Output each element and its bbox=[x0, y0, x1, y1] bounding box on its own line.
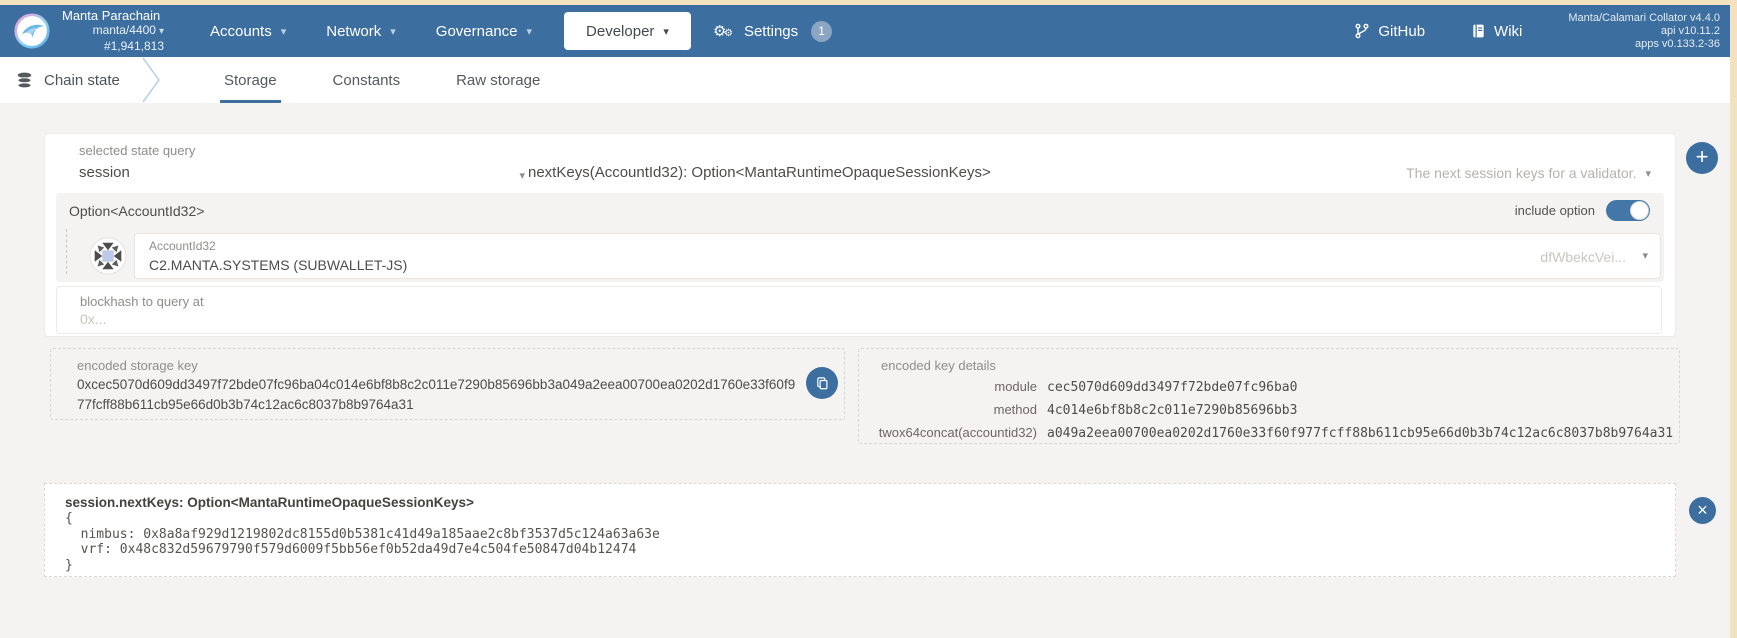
chevron-down-icon bbox=[159, 26, 164, 37]
book-icon bbox=[1473, 24, 1484, 38]
pallet-selected-value: session bbox=[79, 164, 130, 181]
settings-badge: 1 bbox=[811, 20, 833, 42]
nav-item-developer[interactable]: Developer bbox=[564, 12, 691, 50]
blockhash-label: blockhash to query at bbox=[80, 294, 204, 309]
main-content: selected state query session nextKeys(Ac… bbox=[0, 103, 1730, 638]
key-detail-name: twox64concat(accountid32) bbox=[878, 425, 1037, 440]
tab-constants[interactable]: Constants bbox=[305, 57, 429, 103]
version-info: Manta/Calamari Collator v4.4.0 api v10.1… bbox=[1568, 12, 1720, 51]
tab-storage[interactable]: Storage bbox=[196, 57, 305, 103]
account-identicon bbox=[89, 237, 127, 275]
endpoint-selector[interactable]: manta/4400 bbox=[62, 23, 164, 39]
nav-item-governance[interactable]: Governance bbox=[416, 5, 552, 57]
close-result-button[interactable] bbox=[1689, 497, 1716, 524]
top-edge-strip bbox=[0, 0, 1737, 5]
account-address-short: dfWbekcVei... bbox=[1540, 249, 1626, 265]
apps-version: apps v0.133.2-36 bbox=[1634, 37, 1720, 50]
settings-label: Settings bbox=[743, 22, 799, 40]
param-type-label: AccountId32 bbox=[149, 239, 216, 253]
api-version: api v10.11.2 bbox=[1660, 24, 1720, 37]
account-select[interactable]: AccountId32 C2.MANTA.SYSTEMS (SUBWALLET-… bbox=[134, 233, 1661, 279]
encoded-storage-key-panel: encoded storage key 0xcec5070d609dd3497f… bbox=[50, 348, 845, 420]
main-nav: Accounts Network Governance Developer bbox=[190, 5, 703, 57]
chevron-down-icon bbox=[519, 169, 525, 182]
include-option-toggle[interactable] bbox=[1606, 200, 1650, 221]
result-line: vrf: 0x48c832d59679790f579d6009f5bb56ef0… bbox=[65, 542, 637, 557]
blockhash-input[interactable] bbox=[80, 311, 1641, 327]
encoded-key-details-label: encoded key details bbox=[881, 358, 996, 373]
method-select[interactable]: nextKeys(AccountId32): Option<MantaRunti… bbox=[528, 164, 991, 181]
encoded-key-details-panel: encoded key details module cec5070d609dd… bbox=[858, 348, 1680, 444]
chevron-down-icon bbox=[527, 25, 533, 38]
database-icon bbox=[17, 72, 32, 88]
key-detail-name: module bbox=[994, 379, 1037, 394]
wiki-link[interactable]: Wiki bbox=[1471, 23, 1522, 40]
key-details-rows: module cec5070d609dd3497f72bde07fc96ba0 … bbox=[859, 379, 1673, 448]
chain-name: Manta Parachain bbox=[62, 8, 161, 23]
settings-gears-icon bbox=[713, 21, 735, 41]
option-type-label: Option<AccountId32> bbox=[69, 202, 205, 219]
app-window: Manta Parachain manta/4400 #1,941,813 Ac… bbox=[0, 0, 1737, 638]
nav-item-accounts[interactable]: Accounts bbox=[190, 5, 306, 57]
key-detail-name: method bbox=[993, 402, 1037, 417]
chevron-down-icon bbox=[281, 25, 287, 38]
key-detail-row: method 4c014e6bf8b8c2c011e7290b85696bb3 bbox=[859, 402, 1667, 418]
add-query-button[interactable] bbox=[1686, 142, 1718, 174]
nav-item-network[interactable]: Network bbox=[306, 5, 416, 57]
git-branch-icon bbox=[1355, 23, 1369, 39]
top-nav-bar: Manta Parachain manta/4400 #1,941,813 Ac… bbox=[0, 5, 1730, 57]
settings-menu[interactable]: Settings 1 bbox=[713, 20, 833, 42]
encoded-storage-key-value: 0xcec5070d609dd3497f72bde07fc96ba04c014e… bbox=[77, 377, 796, 412]
query-result-panel: session.nextKeys: Option<MantaRuntimeOpa… bbox=[44, 483, 1676, 577]
chevron-down-icon bbox=[390, 25, 396, 38]
key-detail-row: twox64concat(accountid32) a049a2eea00700… bbox=[859, 425, 1673, 441]
copy-icon bbox=[816, 376, 828, 389]
key-detail-value: cec5070d609dd3497f72bde07fc96ba0 bbox=[1047, 380, 1298, 395]
breadcrumb-chevron-icon bbox=[142, 57, 160, 103]
option-param-section: Option<AccountId32> include option Accou… bbox=[56, 193, 1664, 282]
option-head: Option<AccountId32> include option bbox=[69, 200, 1650, 221]
toggle-knob bbox=[1630, 201, 1649, 220]
section-title: Chain state bbox=[0, 72, 138, 89]
result-title: session.nextKeys: Option<MantaRuntimeOpa… bbox=[65, 495, 474, 510]
include-option-label: include option bbox=[1514, 203, 1595, 218]
key-detail-value: a049a2eea00700ea0202d1760e33f60f977fcff8… bbox=[1047, 426, 1674, 441]
tabs: Storage Constants Raw storage bbox=[196, 57, 568, 103]
manta-logo-icon bbox=[14, 13, 50, 49]
tab-raw-storage[interactable]: Raw storage bbox=[428, 57, 568, 103]
blockhash-field: blockhash to query at bbox=[56, 286, 1662, 334]
github-link[interactable]: GitHub bbox=[1354, 23, 1425, 40]
encoded-storage-key-label: encoded storage key bbox=[77, 358, 198, 373]
chevron-down-icon bbox=[663, 25, 669, 38]
pallet-select[interactable]: selected state query session bbox=[79, 143, 525, 181]
manta-logo[interactable] bbox=[14, 13, 50, 49]
page-tab-bar: Chain state Storage Constants Raw storag… bbox=[0, 57, 1730, 103]
chevron-down-icon bbox=[1642, 249, 1648, 262]
key-detail-value: 4c014e6bf8b8c2c011e7290b85696bb3 bbox=[1047, 403, 1298, 418]
chain-selector[interactable]: Manta Parachain manta/4400 #1,941,813 bbox=[62, 8, 164, 54]
result-line: { bbox=[65, 511, 73, 526]
key-detail-row: module cec5070d609dd3497f72bde07fc96ba0 bbox=[859, 379, 1667, 395]
result-line: } bbox=[65, 557, 73, 573]
result-line: nimbus: 0x8a8af929d1219802dc8155d0b5381c… bbox=[65, 526, 660, 542]
result-body: { nimbus: 0x8a8af929d1219802dc8155d0b538… bbox=[65, 511, 1655, 573]
node-version: Manta/Calamari Collator v4.4.0 bbox=[1568, 11, 1720, 24]
query-label: selected state query bbox=[79, 143, 196, 158]
account-param-row: AccountId32 C2.MANTA.SYSTEMS (SUBWALLET-… bbox=[89, 233, 1661, 279]
right-edge-strip bbox=[1730, 0, 1737, 638]
copy-button[interactable] bbox=[806, 367, 838, 399]
chevron-down-icon bbox=[1645, 167, 1651, 180]
method-doc-text: The next session keys for a validator. bbox=[1406, 165, 1637, 181]
include-option-control: include option bbox=[1515, 200, 1650, 221]
state-query-card: selected state query session nextKeys(Ac… bbox=[44, 133, 1676, 337]
section-title-label: Chain state bbox=[44, 71, 120, 89]
block-number: #1,941,813 bbox=[103, 39, 164, 53]
account-name: C2.MANTA.SYSTEMS (SUBWALLET-JS) bbox=[149, 257, 408, 273]
method-doc-dropdown[interactable]: The next session keys for a validator. bbox=[1406, 165, 1651, 181]
